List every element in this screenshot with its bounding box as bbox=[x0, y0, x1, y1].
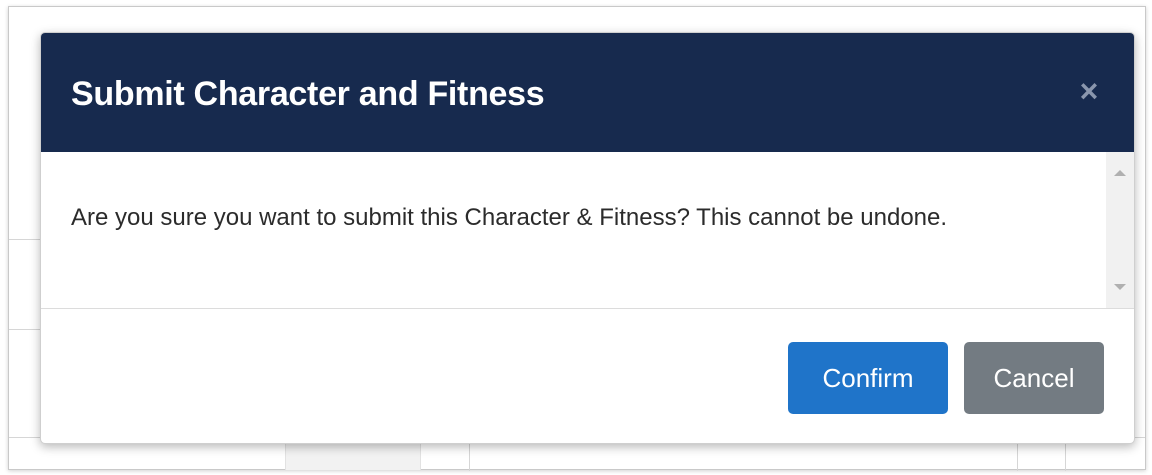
submit-dialog: Submit Character and Fitness × Are you s… bbox=[40, 32, 1135, 444]
dialog-body-scrollbar[interactable] bbox=[1106, 152, 1134, 308]
confirm-button[interactable]: Confirm bbox=[788, 342, 948, 414]
dialog-header: Submit Character and Fitness × bbox=[41, 33, 1134, 152]
close-icon[interactable]: × bbox=[1074, 75, 1104, 107]
dialog-footer: Confirm Cancel bbox=[41, 310, 1134, 443]
confirmation-message: Are you sure you want to submit this Cha… bbox=[71, 204, 948, 231]
background-divider bbox=[1017, 443, 1018, 471]
background-cell bbox=[285, 443, 421, 471]
background-divider bbox=[469, 443, 470, 471]
dialog-body: Are you sure you want to submit this Cha… bbox=[41, 152, 1134, 309]
cancel-button[interactable]: Cancel bbox=[964, 342, 1104, 414]
dialog-title: Submit Character and Fitness bbox=[71, 75, 545, 113]
background-divider bbox=[1065, 443, 1066, 471]
scroll-down-arrow-icon[interactable] bbox=[1114, 284, 1126, 290]
scroll-up-arrow-icon[interactable] bbox=[1114, 170, 1126, 176]
